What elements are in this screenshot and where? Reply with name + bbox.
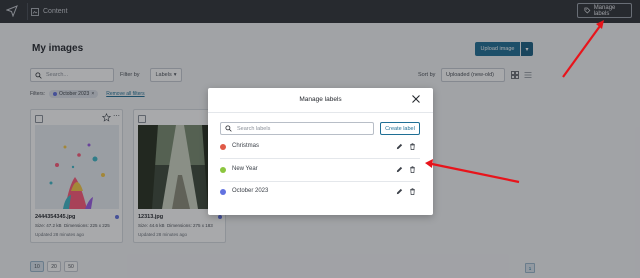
arrow-to-manage-labels [562,25,601,78]
arrowhead-icon [425,159,433,168]
arrow-to-label-row [431,162,520,184]
annotation-arrows [425,20,604,184]
